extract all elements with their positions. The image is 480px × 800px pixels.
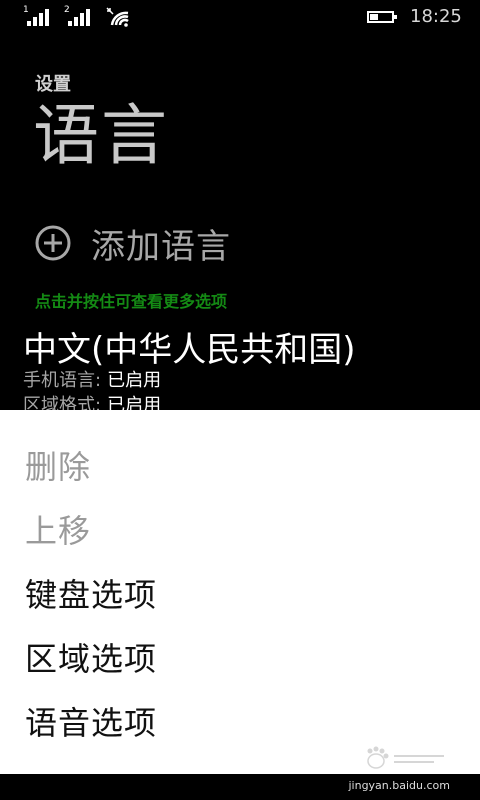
- plus-circle-icon: [35, 225, 71, 261]
- add-language-label: 添加语言: [91, 226, 231, 267]
- page-title: 语言: [33, 97, 169, 174]
- baidu-watermark-logo: [367, 746, 444, 769]
- menu-item-speech-options[interactable]: 语音选项: [25, 698, 157, 744]
- sim2-label: 2: [64, 5, 70, 15]
- footer-site-text: jingyan.baidu.com: [348, 779, 450, 792]
- menu-item-keyboard-options[interactable]: 键盘选项: [25, 570, 157, 616]
- menu-item-move-up[interactable]: 上移: [25, 506, 91, 552]
- wifi-icon: [106, 7, 129, 27]
- phone-language-label: 手机语言:: [23, 370, 102, 391]
- status-bar: 1 2 18:25: [0, 0, 480, 34]
- footer-bar: jingyan.baidu.com: [0, 774, 480, 800]
- phone-language-value: 已启用: [107, 370, 162, 391]
- battery-icon: [367, 11, 397, 23]
- status-time: 18:25: [410, 6, 462, 27]
- signal-icon: 2: [64, 5, 96, 26]
- menu-item-region-options[interactable]: 区域选项: [25, 634, 157, 680]
- signal-icon: 1: [23, 5, 55, 26]
- hint-text: 点击并按住可查看更多选项: [35, 292, 228, 311]
- add-language-button[interactable]: 添加语言: [35, 222, 231, 267]
- menu-item-delete[interactable]: 删除: [25, 442, 91, 488]
- context-menu: 删除 上移 键盘选项 区域选项 语音选项: [0, 410, 480, 774]
- sim1-label: 1: [23, 5, 29, 15]
- phone-language-row: 手机语言: 已启用: [23, 366, 161, 392]
- app-title: 设置: [35, 74, 71, 95]
- language-name[interactable]: 中文(中华人民共和国): [23, 322, 356, 371]
